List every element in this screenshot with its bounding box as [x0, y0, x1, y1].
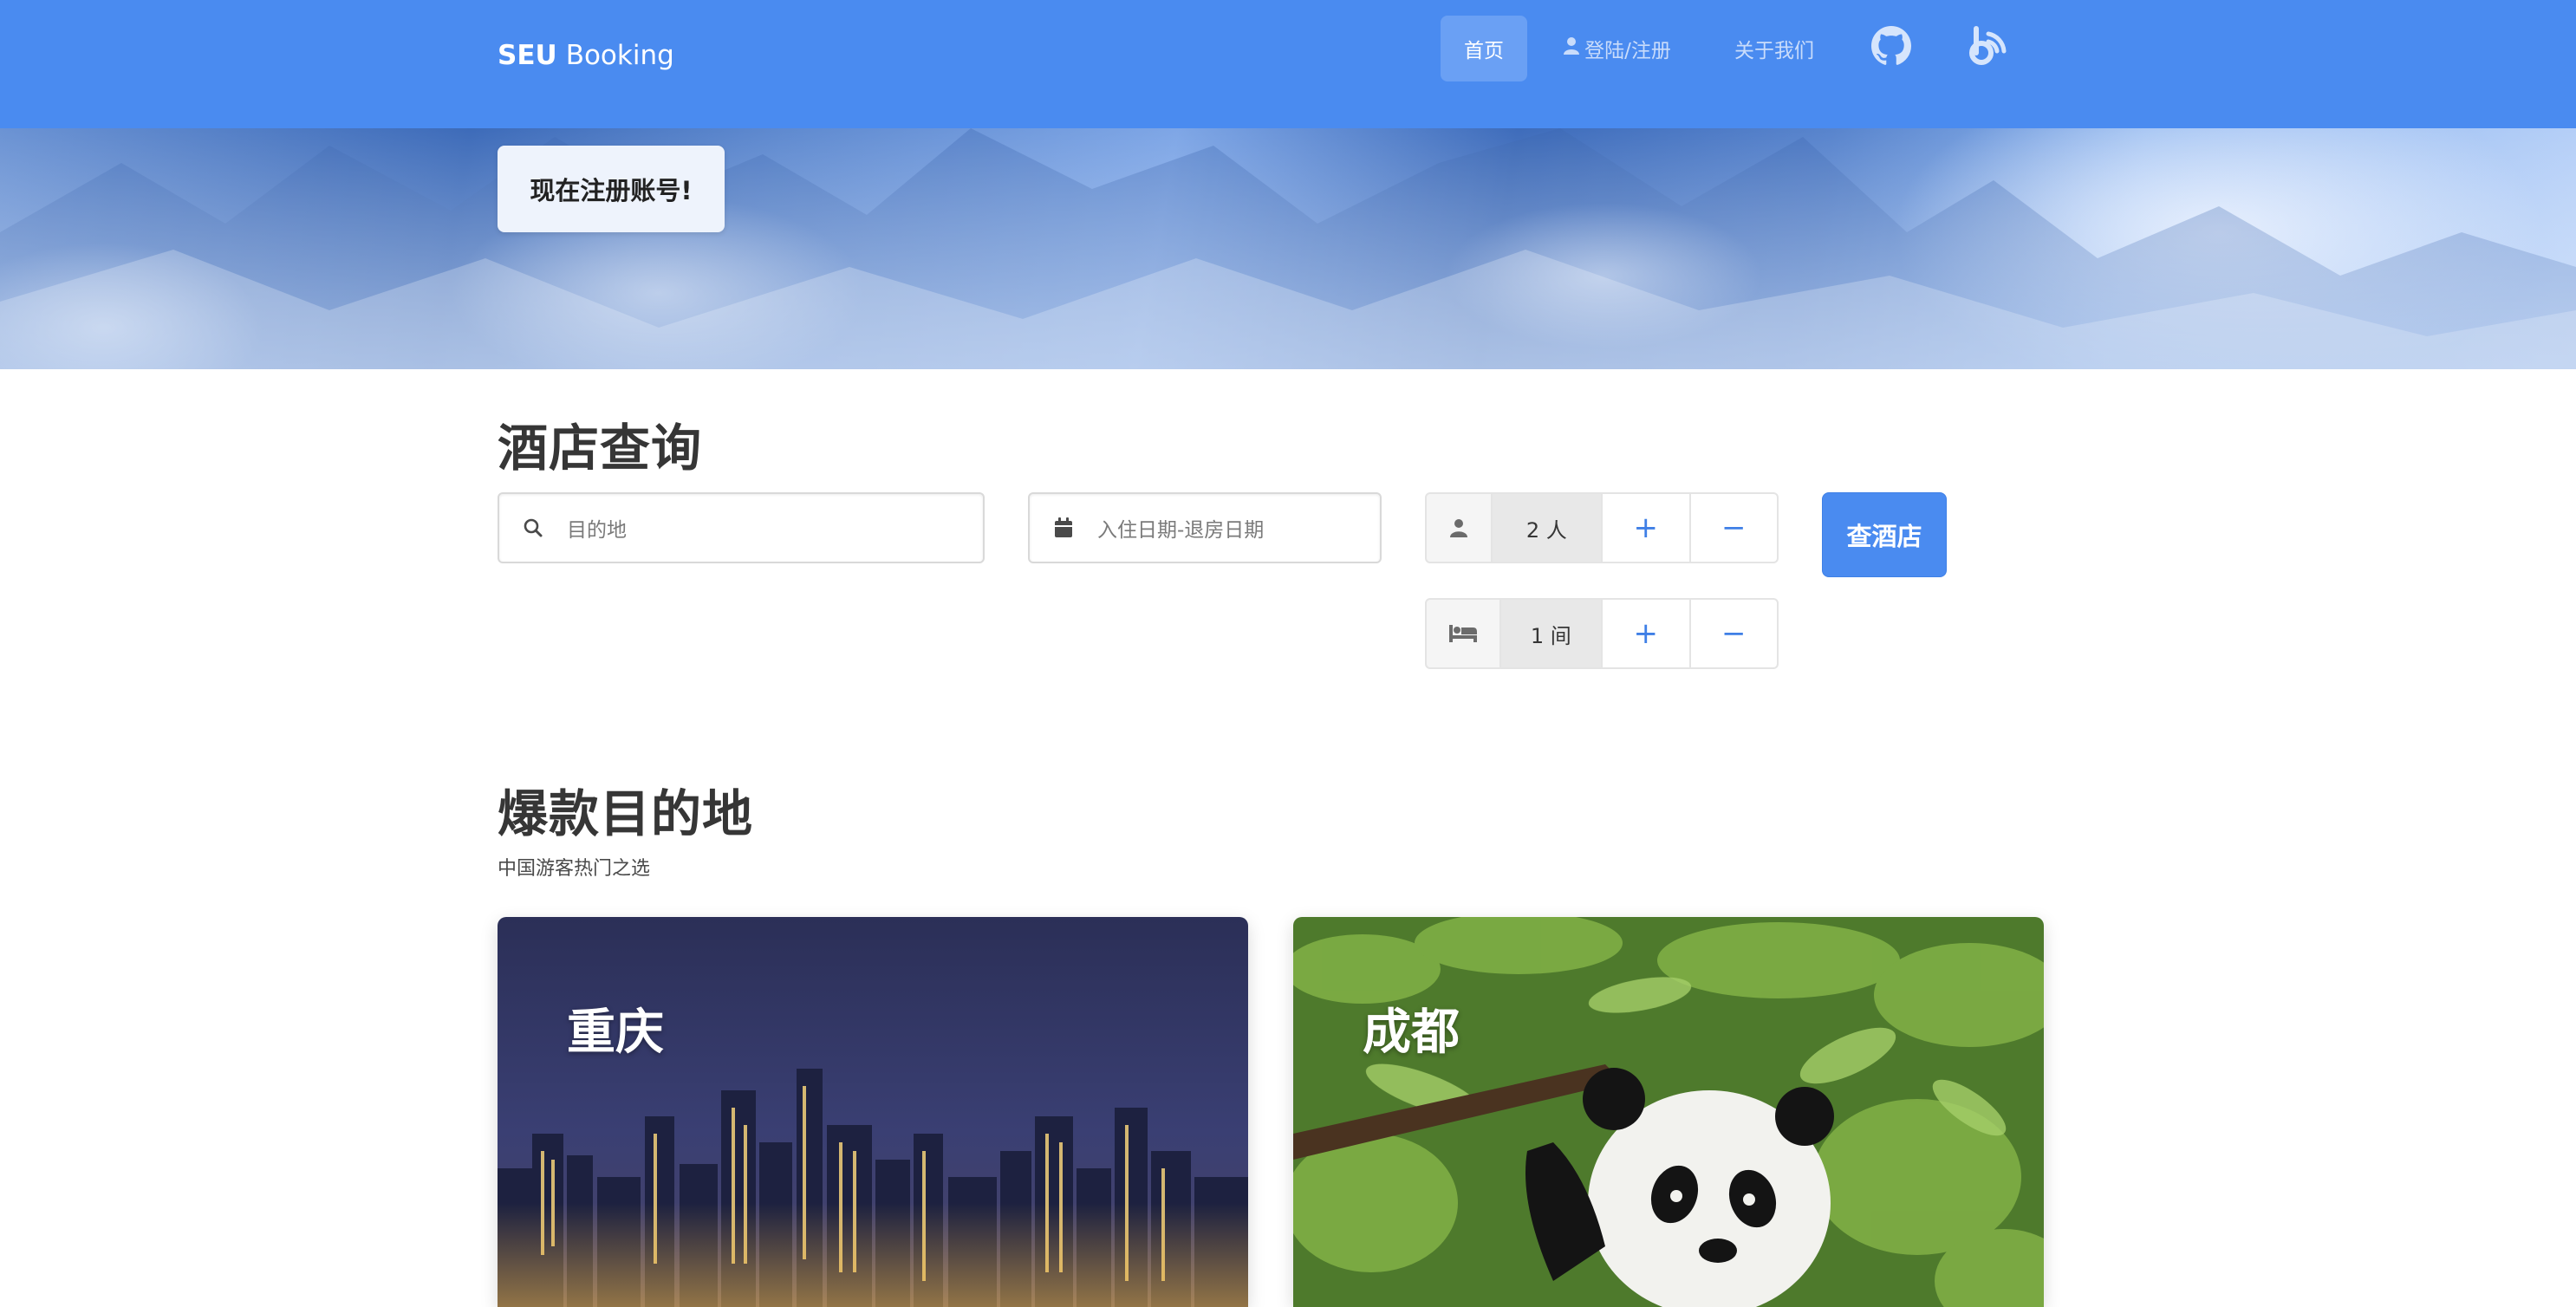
destination-card-chongqing[interactable]: 重庆 — [498, 917, 1248, 1307]
hotel-search-title: 酒店查询 — [498, 419, 703, 478]
chengdu-panda-image — [1293, 917, 2044, 1307]
brand-name-strong: SEU — [498, 40, 557, 71]
date-range-placeholder: 入住日期-退房日期 — [1097, 519, 1265, 542]
date-range-input[interactable]: 入住日期-退房日期 — [1028, 492, 1382, 563]
rooms-decrement-button[interactable]: − — [1688, 598, 1779, 669]
rooms-increment-button[interactable]: + — [1601, 598, 1691, 669]
guests-count: 2 人 — [1490, 492, 1603, 563]
brand-name-rest: Booking — [565, 40, 674, 71]
github-link[interactable] — [1864, 16, 1919, 81]
search-icon — [499, 517, 567, 538]
hero-banner: 现在注册账号! — [0, 128, 2576, 369]
blog-link[interactable] — [1961, 16, 2016, 81]
nav-about-label: 关于我们 — [1734, 40, 1814, 62]
guests-stepper: 2 人 + − — [1425, 492, 1779, 563]
guests-decrement-button[interactable]: − — [1688, 492, 1779, 563]
nav-login-register[interactable]: 登陆/注册 — [1557, 16, 1678, 81]
user-icon — [1564, 36, 1580, 61]
person-icon — [1425, 492, 1493, 563]
destination-placeholder: 目的地 — [567, 519, 627, 542]
register-now-button[interactable]: 现在注册账号! — [498, 146, 725, 232]
destination-input[interactable]: 目的地 — [498, 492, 985, 563]
hot-destinations-subtitle: 中国游客热门之选 — [498, 858, 651, 880]
nav-login-label: 登陆/注册 — [1584, 40, 1671, 62]
nav-home[interactable]: 首页 — [1441, 16, 1527, 81]
guests-increment-button[interactable]: + — [1601, 492, 1691, 563]
chongqing-skyline-image — [498, 917, 1248, 1307]
nav-about[interactable]: 关于我们 — [1725, 16, 1824, 81]
brand-logo[interactable]: SEU Booking — [498, 35, 674, 76]
bed-icon — [1425, 598, 1501, 669]
nav-home-label: 首页 — [1464, 40, 1504, 62]
hot-destinations-title: 爆款目的地 — [498, 784, 754, 843]
card-title-chongqing: 重庆 — [567, 1005, 664, 1061]
navbar: SEU Booking 首页 登陆/注册 关于我们 — [0, 0, 2576, 128]
rooms-count: 1 间 — [1499, 598, 1603, 669]
github-icon — [1871, 26, 1911, 71]
rooms-stepper: 1 间 + − — [1425, 598, 1779, 669]
search-hotels-button[interactable]: 查酒店 — [1822, 492, 1947, 577]
blog-icon — [1968, 25, 2009, 72]
card-title-chengdu: 成都 — [1363, 1005, 1460, 1061]
destination-card-chengdu[interactable]: 成都 — [1293, 917, 2044, 1307]
calendar-icon — [1030, 517, 1097, 538]
mountain-background — [0, 128, 2576, 369]
